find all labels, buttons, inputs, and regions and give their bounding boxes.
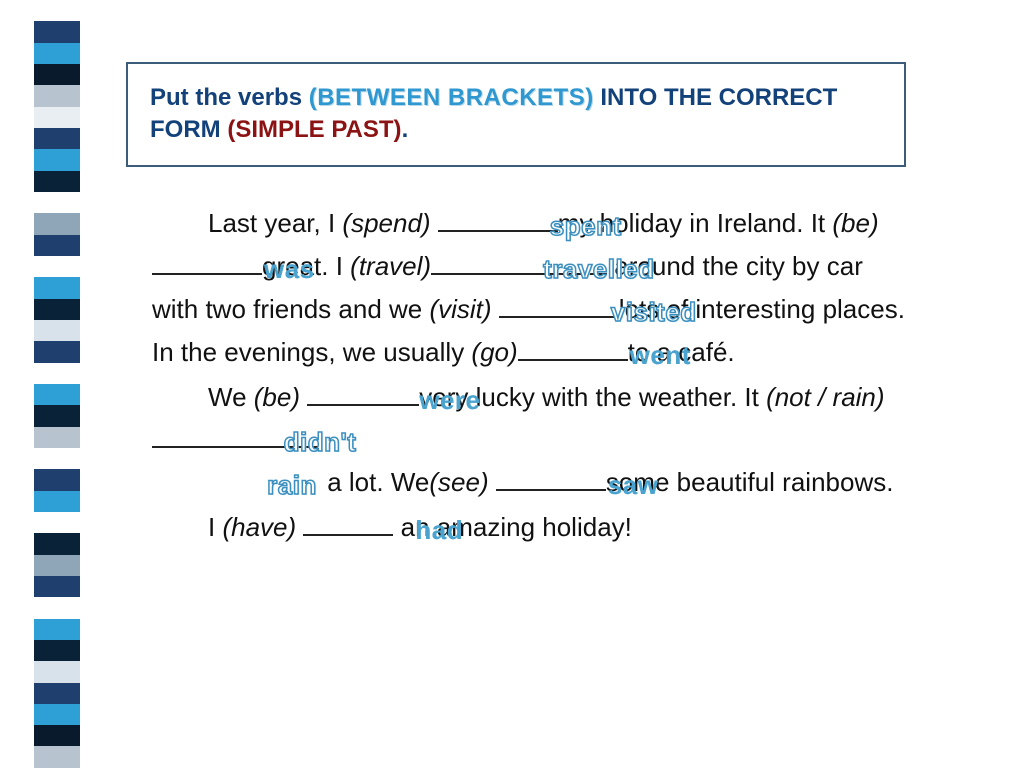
stripe: [34, 405, 80, 426]
instruction-prefix: Put the verbs: [150, 84, 309, 111]
stripe: [34, 384, 80, 405]
stripe: [34, 192, 80, 213]
verb-hint-be2: (be): [254, 382, 300, 412]
verb-hint-have: (have): [222, 512, 296, 542]
stripe: [34, 533, 80, 554]
stripe: [34, 469, 80, 490]
stripe: [34, 640, 80, 661]
stripe: [34, 683, 80, 704]
stripe: [34, 619, 80, 640]
stripe: [34, 576, 80, 597]
text: I: [208, 512, 222, 542]
stripe: [34, 427, 80, 448]
answer-1: spent: [494, 205, 622, 248]
verb-hint-notrain: (not / rain): [766, 382, 885, 412]
text: We: [208, 382, 254, 412]
verb-hint-go: (go): [471, 337, 517, 367]
stripe: [34, 597, 80, 618]
blank-9: had: [303, 506, 393, 536]
stripe: [34, 320, 80, 341]
stripe: [34, 363, 80, 384]
answer-4: visited: [555, 291, 697, 334]
blank-6: were: [307, 376, 419, 406]
verb-hint-be1: (be): [832, 208, 878, 238]
text: Last year, I: [208, 208, 342, 238]
blank-5: went: [518, 331, 628, 361]
stripe: [34, 64, 80, 85]
stripe: [34, 299, 80, 320]
stripe: [34, 746, 80, 767]
stripe: [34, 491, 80, 512]
stripe: [34, 725, 80, 746]
stripe: [34, 512, 80, 533]
instruction-box: Put the verbs (BETWEEN BRACKETS) INTO TH…: [126, 62, 906, 167]
blank-8: saw: [496, 461, 606, 491]
stripe: [34, 661, 80, 682]
verb-hint-travel: (travel): [350, 251, 431, 281]
answer-3: travelled: [487, 248, 654, 291]
stripe: [34, 256, 80, 277]
blank-4: visited: [499, 288, 619, 318]
blank-1: spent: [438, 202, 558, 232]
answer-8: saw: [552, 464, 659, 507]
verb-hint-visit: (visit): [429, 294, 491, 324]
answer-7: didn't rain: [208, 421, 376, 507]
stripe: [34, 149, 80, 170]
instruction-tense: (SIMPLE PAST): [227, 116, 401, 143]
stripe: [34, 448, 80, 469]
answer-5: went: [574, 334, 691, 377]
stripe: [34, 21, 80, 42]
stripe: [34, 555, 80, 576]
instruction-brackets: (BETWEEN BRACKETS): [309, 84, 594, 111]
blank-2: was: [152, 245, 262, 275]
stripe: [34, 43, 80, 64]
stripe: [34, 277, 80, 298]
blank-3: travelled: [431, 245, 607, 275]
stripe: [34, 128, 80, 149]
stripe: [34, 341, 80, 362]
blank-7: didn't rain: [152, 418, 320, 448]
stripe: [34, 107, 80, 128]
stripe: [34, 85, 80, 106]
stripe: [34, 704, 80, 725]
stripe: [34, 0, 80, 21]
stripe: [34, 171, 80, 192]
answer-6: were: [363, 379, 480, 422]
stripe: [34, 213, 80, 234]
exercise-body: Last year, I (spend) spentmy holiday in …: [152, 202, 912, 551]
stripe: [34, 235, 80, 256]
verb-hint-spend: (spend): [342, 208, 430, 238]
verb-hint-see: (see): [429, 467, 488, 497]
answer-9: had: [359, 509, 463, 552]
answer-2: was: [208, 248, 315, 291]
decorative-stripe-sidebar: [34, 0, 80, 768]
instruction-suffix: .: [402, 116, 409, 143]
